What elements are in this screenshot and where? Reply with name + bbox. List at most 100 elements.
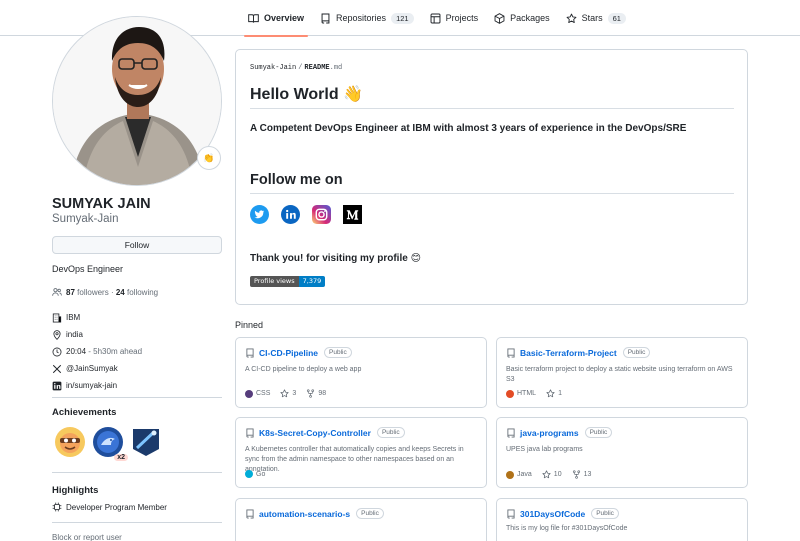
repo-name-link[interactable]: K8s-Secret-Copy-Controller [259,428,371,438]
follow-heading: Follow me on [250,172,343,188]
readme-heading: Hello World 👋 [250,86,363,103]
visibility-label: Public [356,508,384,519]
visibility-label: Public [622,347,651,358]
instagram-icon[interactable] [312,205,331,224]
language-color-dot [506,470,514,479]
repo-meta: Java 10 13 [506,470,601,479]
repo-stars-link[interactable]: 10 [542,470,562,479]
achievement-badge-pull-shark[interactable]: x2 [92,426,128,461]
vcard-linkedin[interactable]: in/sumyak-jain [52,377,222,394]
tab-stars[interactable]: Stars 61 [558,0,634,36]
views-count: 7,379 [298,276,326,287]
vcard-localtime: 20:04 - 5h30m ahead [52,343,222,360]
forks-count: 98 [318,390,327,397]
tab-overview[interactable]: Overview [240,0,312,37]
star-icon [546,389,555,398]
sidebar-divider [52,472,222,473]
repo-meta: Go [245,470,275,478]
tab-label: Overview [264,13,305,23]
tab-repositories[interactable]: Repositories 121 [312,0,422,36]
organization-icon [52,313,62,322]
repo-forks-link[interactable]: 13 [572,470,592,479]
status-emoji-button[interactable]: 👏 [197,146,221,170]
repo-name-link[interactable]: 301DaysOfCode [520,509,585,519]
cpu-icon [52,502,62,512]
linkedin-handle: in/sumyak-jain [66,381,118,390]
vcard-location: india [52,326,222,343]
language-name: HTML [517,390,537,397]
tab-packages[interactable]: Packages [486,0,558,36]
visibility-label: Public [376,427,405,438]
following-link[interactable]: 24 following [116,288,158,297]
visibility-label: Public [584,427,613,438]
card-header: Basic-Terraform-Project Public [506,347,651,358]
repo-icon [246,509,254,518]
repo-description: A Kubernetes controller that automatical… [245,446,464,473]
repo-description: Basic terraform project to deploy a stat… [506,366,733,383]
vcard-twitter[interactable]: @JainSumyak [52,360,222,377]
vcard-company: IBM [52,309,222,326]
repo-icon [507,509,515,518]
highlight-developer-program: Developer Program Member [52,502,167,512]
block-report-link[interactable]: Block or report user [52,533,122,541]
sidebar-divider [52,522,222,523]
tab-projects[interactable]: Projects [422,0,487,36]
readme-owner-link[interactable]: Sumyak-Jain [250,64,296,72]
readme-extension: .md [329,64,343,72]
achievement-badge-yolo[interactable] [54,426,86,458]
followers-label: followers [77,287,109,297]
time-offset: - 5h30m ahead [88,347,143,356]
forks-count: 13 [583,471,592,478]
repo-stars-link[interactable]: 3 [280,389,296,398]
achievement-badge-quickdraw[interactable] [130,426,162,458]
repo-forks-link[interactable]: 98 [306,389,326,398]
pinned-card-basic-terraform-project: Basic-Terraform-Project Public Basic ter… [496,337,748,408]
profile-bio: DevOps Engineer [52,264,124,274]
location-text: india [66,330,83,339]
medium-icon[interactable] [343,205,362,224]
card-header: java-programs Public [506,427,613,438]
repo-description: UPES java lab programs [506,446,583,453]
language-name: Java [517,471,532,478]
language-color-dot [506,389,514,398]
social-links [250,205,374,224]
repo-name-link[interactable]: java-programs [520,428,579,438]
card-header: CI-CD-Pipeline Public [245,347,352,358]
follow-button[interactable]: Follow [52,236,222,254]
star-icon [280,389,289,398]
yolo-badge-icon [55,427,85,457]
vcard-details: IBM india 20:04 - 5h30m ahead @JainSumya… [52,309,222,394]
twitter-icon[interactable] [250,205,269,224]
repo-language: CSS [245,389,270,398]
repo-language: Go [245,470,265,478]
card-header: K8s-Secret-Copy-Controller Public [245,427,405,438]
repo-stars-link[interactable]: 1 [546,389,562,398]
tab-label: Projects [445,13,479,23]
repo-name-link[interactable]: Basic-Terraform-Project [520,348,617,358]
heading-rule [250,193,734,194]
repo-language: HTML [506,389,537,398]
readme-file-link[interactable]: README [304,64,329,72]
repo-name-link[interactable]: automation-scenario-s [259,509,350,519]
stars-count: 3 [292,390,297,397]
clock-icon [52,347,62,356]
highlights-title: Highlights [52,485,99,496]
path-separator: / [298,64,303,72]
followers-link[interactable]: 87 followers [66,288,109,297]
tab-label: Repositories [336,13,387,23]
achievements-title[interactable]: Achievements [52,407,116,418]
twitter-handle: @JainSumyak [66,364,118,373]
following-count: 24 [115,287,125,297]
linkedin-icon[interactable] [281,205,300,224]
separator-dot: · [110,287,114,297]
profile-fullname: SUMYAK JAIN [52,196,151,212]
repo-icon [507,348,515,357]
language-color-dot [245,389,253,398]
book-icon [248,13,259,23]
tab-list: Overview Repositories 121 Projects Packa… [240,0,634,37]
tab-label: Stars [581,13,603,23]
profile-username: Sumyak-Jain [52,213,119,225]
repo-icon [246,348,254,357]
repo-name-link[interactable]: CI-CD-Pipeline [259,348,318,358]
repo-description: This is my log file for #301DaysOfCode [506,525,628,532]
